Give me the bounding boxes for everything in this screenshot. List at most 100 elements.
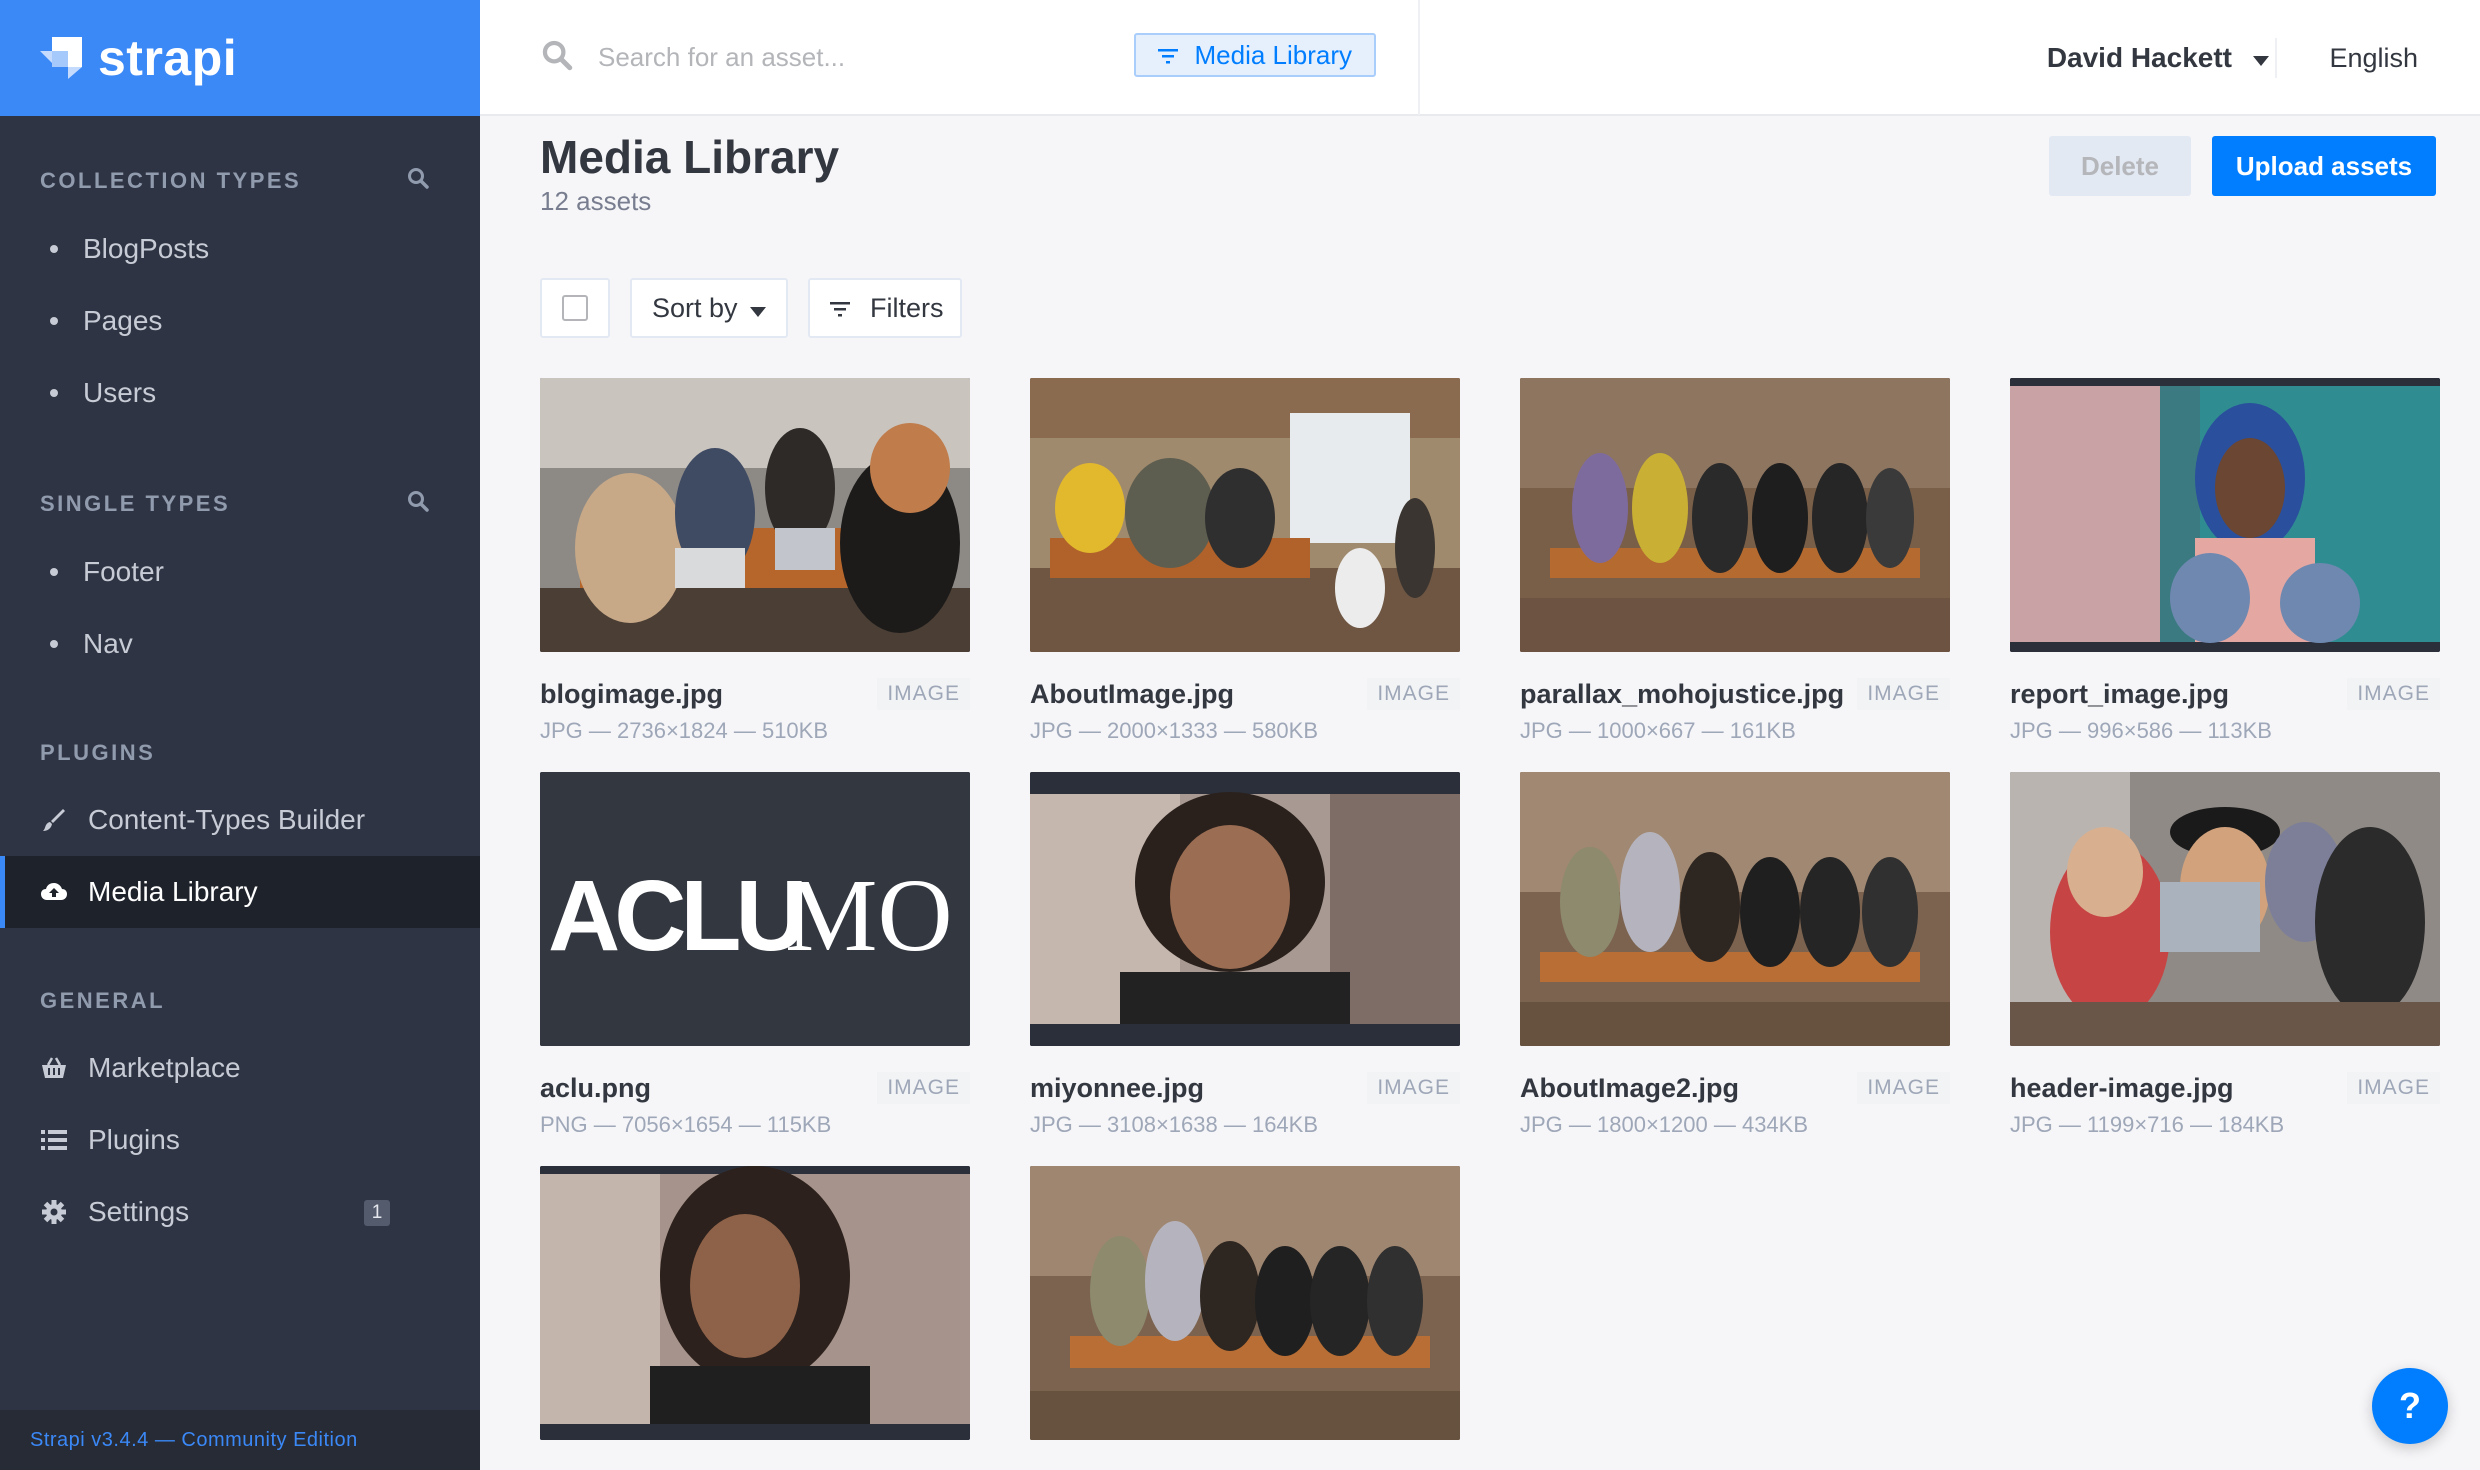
sidebar-item-blogposts[interactable]: BlogPosts (0, 213, 480, 285)
nav-section-collection-types: Collection Types BlogPosts Pages Users (0, 136, 480, 429)
asset-card[interactable]: parallax_mohojustice.jpg IMAGE JPG — 100… (1520, 378, 1950, 744)
asset-thumbnail[interactable] (540, 1166, 970, 1440)
asset-card[interactable] (1030, 1166, 1460, 1440)
sidebar-item-label: BlogPosts (83, 233, 210, 264)
sort-by-dropdown[interactable]: Sort by (630, 278, 788, 338)
sidebar-item-label: Settings (88, 1196, 190, 1227)
user-menu[interactable]: David Hackett (2047, 0, 2270, 116)
version-footer: Strapi v3.4.4 — Community Edition (0, 1410, 480, 1470)
search-icon[interactable] (406, 489, 430, 518)
section-title: General (40, 988, 166, 1013)
aclu-logo-text-mo: MO (785, 858, 953, 973)
user-name: David Hackett (2046, 42, 2232, 73)
sidebar-item-plugins[interactable]: Plugins (0, 1104, 480, 1176)
sort-label: Sort by (652, 292, 738, 323)
brand-name: strapi (98, 30, 238, 86)
help-button[interactable]: ? (2372, 1368, 2448, 1444)
basket-icon (40, 1054, 68, 1082)
asset-type-tag: IMAGE (2347, 678, 2440, 710)
asset-title-row: report_image.jpg IMAGE (2010, 678, 2440, 710)
asset-meta: JPG — 996×586 — 113KB (2010, 718, 2272, 743)
asset-name: blogimage.jpg (540, 678, 724, 709)
caret-down-icon (750, 293, 766, 324)
bullet-icon (50, 317, 58, 325)
asset-title-row: header-image.jpg IMAGE (2010, 1072, 2440, 1104)
sidebar-item-nav[interactable]: Nav (0, 608, 480, 680)
asset-card[interactable] (540, 1166, 970, 1440)
asset-title-row: AboutImage2.jpg IMAGE (1520, 1072, 1950, 1104)
filter-icon (1158, 40, 1179, 71)
asset-type-tag: IMAGE (1857, 1072, 1950, 1104)
asset-thumbnail[interactable] (1030, 772, 1460, 1046)
caret-down-icon (2252, 42, 2270, 74)
sidebar-item-label: Media Library (88, 876, 258, 907)
logo-bar[interactable]: strapi (0, 0, 480, 116)
search-input[interactable] (598, 41, 1118, 73)
asset-title-row: blogimage.jpg IMAGE (540, 678, 970, 710)
sidebar-item-users[interactable]: Users (0, 357, 480, 429)
sidebar-item-media-library[interactable]: Media Library (0, 856, 480, 928)
aclu-logo-text: ACLU (548, 860, 803, 972)
asset-meta: JPG — 2000×1333 — 580KB (1030, 718, 1319, 743)
asset-thumbnail[interactable]: ACLU MO (540, 772, 970, 1046)
asset-card[interactable]: report_image.jpg IMAGE JPG — 996×586 — 1… (2010, 378, 2440, 744)
asset-name: AboutImage.jpg (1030, 678, 1234, 709)
sidebar-item-footer[interactable]: Footer (0, 536, 480, 608)
language-selector[interactable]: English (2329, 0, 2418, 116)
notification-badge: 1 (364, 1200, 390, 1226)
asset-thumbnail[interactable] (2010, 378, 2440, 652)
nav-section-general: General Marketplace Plugins (0, 958, 480, 1248)
paintbrush-icon (40, 806, 68, 834)
section-head: Collection Types (0, 136, 480, 213)
asset-card[interactable]: miyonnee.jpg IMAGE JPG — 3108×1638 — 164… (1030, 772, 1460, 1138)
search-icon[interactable] (406, 166, 430, 195)
asset-meta: PNG — 7056×1654 — 115KB (540, 1112, 832, 1137)
asset-name: report_image.jpg (2010, 678, 2230, 709)
sidebar-nav: Collection Types BlogPosts Pages Users S… (0, 116, 480, 1248)
asset-thumbnail[interactable] (540, 378, 970, 652)
bullet-icon (50, 568, 58, 576)
scope-label: Media Library (1194, 39, 1352, 70)
sidebar-item-content-types-builder[interactable]: Content-Types Builder (0, 784, 480, 856)
asset-meta: JPG — 2736×1824 — 510KB (540, 718, 829, 743)
asset-meta: JPG — 1000×667 — 161KB (1520, 718, 1796, 743)
asset-card[interactable]: blogimage.jpg IMAGE JPG — 2736×1824 — 51… (540, 378, 970, 744)
asset-card[interactable]: header-image.jpg IMAGE JPG — 1199×716 — … (2010, 772, 2440, 1138)
upload-assets-button[interactable]: Upload assets (2212, 136, 2436, 196)
sidebar-item-label: Marketplace (88, 1052, 241, 1083)
sidebar-item-marketplace[interactable]: Marketplace (0, 1032, 480, 1104)
filters-label: Filters (870, 292, 944, 323)
section-head: Single Types (0, 459, 480, 536)
asset-card[interactable]: AboutImage.jpg IMAGE JPG — 2000×1333 — 5… (1030, 378, 1460, 744)
asset-meta: JPG — 3108×1638 — 164KB (1030, 1112, 1319, 1137)
search-bar: Media Library (480, 0, 1420, 115)
sidebar-item-label: Plugins (88, 1124, 180, 1155)
bullet-icon (50, 245, 58, 253)
filters-button[interactable]: Filters (808, 278, 962, 338)
delete-button[interactable]: Delete (2049, 136, 2191, 196)
asset-thumbnail[interactable] (1520, 378, 1950, 652)
asset-title-row: parallax_mohojustice.jpg IMAGE (1520, 678, 1950, 710)
select-all-checkbox[interactable] (540, 278, 610, 338)
page-title: Media Library (540, 131, 840, 183)
asset-count: 12 assets (540, 186, 652, 216)
asset-card[interactable]: AboutImage2.jpg IMAGE JPG — 1800×1200 — … (1520, 772, 1950, 1138)
search-scope-tag[interactable]: Media Library (1134, 33, 1376, 77)
asset-thumbnail[interactable] (1520, 772, 1950, 1046)
sidebar-item-pages[interactable]: Pages (0, 285, 480, 357)
asset-type-tag: IMAGE (1367, 1072, 1460, 1104)
search-icon (540, 38, 574, 77)
divider (2275, 38, 2277, 78)
asset-type-tag: IMAGE (1857, 678, 1950, 710)
asset-thumbnail[interactable] (1030, 1166, 1460, 1440)
asset-card[interactable]: ACLU MO aclu.png IMAGE PNG — 7056×1654 —… (540, 772, 970, 1138)
strapi-logo-icon (38, 35, 84, 81)
asset-thumbnail[interactable] (1030, 378, 1460, 652)
asset-thumbnail[interactable] (2010, 772, 2440, 1046)
section-head: Plugins (0, 710, 480, 784)
asset-title-row: AboutImage.jpg IMAGE (1030, 678, 1460, 710)
sidebar-item-settings[interactable]: Settings 1 (0, 1176, 480, 1248)
section-title: Single Types (40, 490, 231, 516)
top-header: Media Library David Hackett English (480, 0, 2480, 116)
gear-icon (40, 1198, 68, 1226)
